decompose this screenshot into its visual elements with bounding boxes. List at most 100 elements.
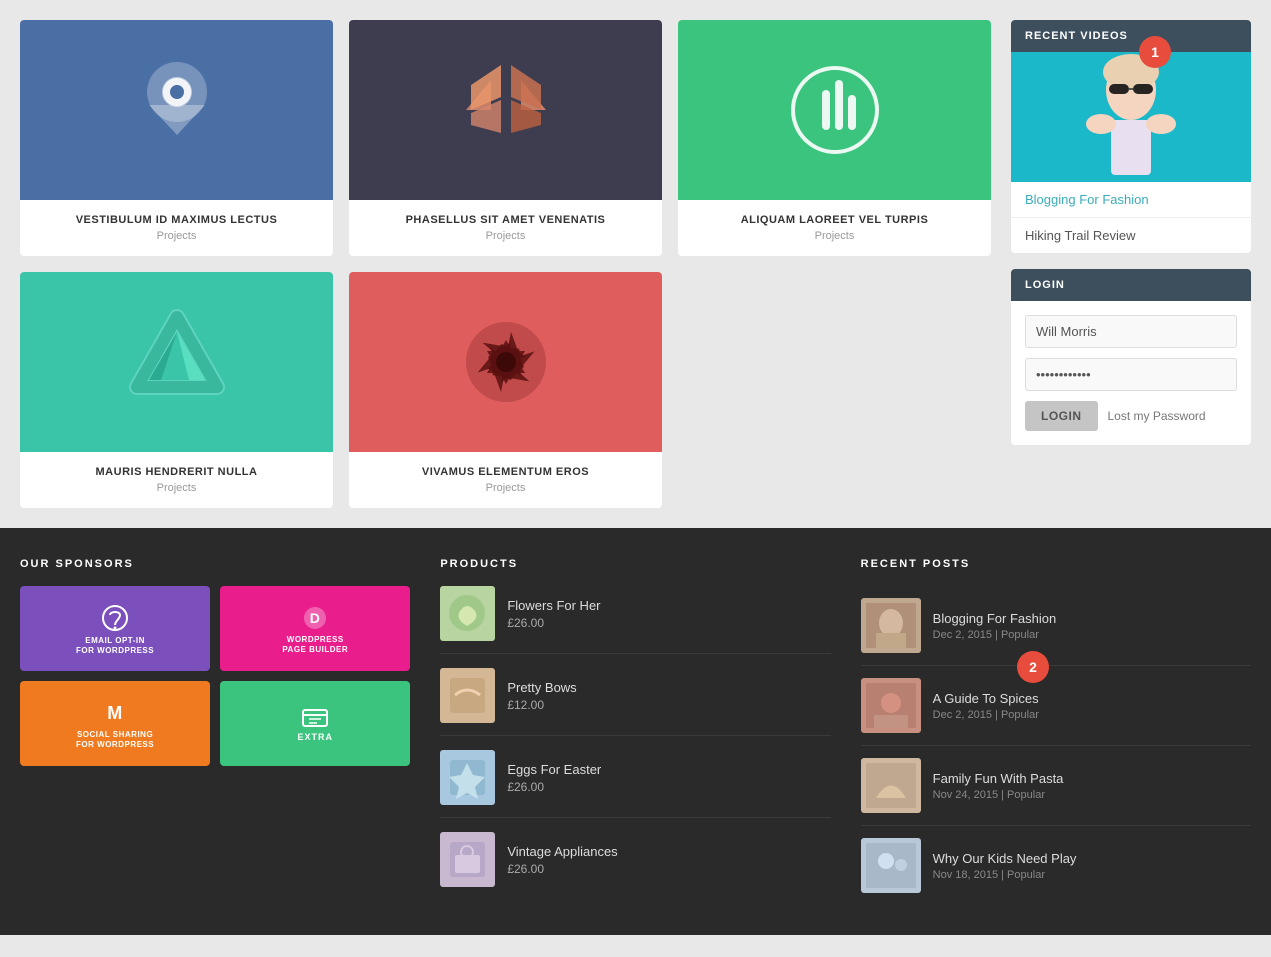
portfolio-category-1: Projects	[34, 230, 319, 242]
post-item-2[interactable]: A Guide To Spices Dec 2, 2015 | Popular	[861, 666, 1251, 746]
login-widget: LOGIN LOGIN Lost my Password	[1011, 269, 1251, 445]
post-meta-3: Nov 24, 2015 | Popular	[933, 789, 1064, 801]
svg-text:M: M	[107, 703, 123, 723]
video-model-image	[1011, 52, 1251, 182]
portfolio-item-4[interactable]: MAURIS HENDRERIT NULLA Projects	[20, 272, 333, 508]
product-info-2: Pretty Bows £12.00	[507, 680, 576, 712]
portfolio-title-4: MAURIS HENDRERIT NULLA	[34, 466, 319, 478]
portfolio-thumb-3	[678, 20, 991, 200]
post-info-3: Family Fun With Pasta Nov 24, 2015 | Pop…	[933, 771, 1064, 801]
post-image-1	[866, 603, 916, 648]
recent-posts-col: RECENT POSTS Blogging For Fashion Dec 2,…	[861, 558, 1251, 905]
lost-password-link[interactable]: Lost my Password	[1108, 409, 1206, 423]
sponsor-icon-1	[100, 603, 130, 633]
login-body: LOGIN Lost my Password	[1011, 301, 1251, 445]
product-item-4[interactable]: Vintage Appliances £26.00	[440, 832, 830, 887]
product-price-4: £26.00	[507, 862, 617, 876]
aperture-icon	[451, 307, 561, 417]
username-input[interactable]	[1025, 315, 1237, 348]
triangle-icon	[117, 302, 237, 422]
sponsor-social-sharing[interactable]: M SOCIAL SHARINGFOR WORDPRESS	[20, 681, 210, 766]
post-item-1[interactable]: Blogging For Fashion Dec 2, 2015 | Popul…	[861, 586, 1251, 666]
portfolio-item-3[interactable]: ALIQUAM LAOREET VEL TURPIS Projects	[678, 20, 991, 256]
login-button[interactable]: LOGIN	[1025, 401, 1098, 431]
product-thumb-1	[440, 586, 495, 641]
diamond-icon	[451, 55, 561, 165]
password-input[interactable]	[1025, 358, 1237, 391]
product-item-2[interactable]: Pretty Bows £12.00	[440, 668, 830, 736]
post-item-3[interactable]: Family Fun With Pasta Nov 24, 2015 | Pop…	[861, 746, 1251, 826]
recent-videos-widget: RECENT VIDEOS	[1011, 20, 1251, 253]
product-image-4	[445, 837, 490, 882]
post-item-4[interactable]: Why Our Kids Need Play Nov 18, 2015 | Po…	[861, 826, 1251, 905]
product-name-1: Flowers For Her	[507, 598, 600, 613]
portfolio-info-3: ALIQUAM LAOREET VEL TURPIS Projects	[678, 200, 991, 256]
post-meta-2: Dec 2, 2015 | Popular	[933, 709, 1039, 721]
portfolio-title-2: PHASELLUS SIT AMET VENENATIS	[363, 214, 648, 226]
sponsor-icon-3: M	[101, 699, 129, 727]
video-thumbnail[interactable]	[1011, 52, 1251, 182]
portfolio-item-5[interactable]: VIVAMUS ELEMENTUM EROS Projects	[349, 272, 662, 508]
product-thumb-4	[440, 832, 495, 887]
product-name-2: Pretty Bows	[507, 680, 576, 695]
badge-1: 1	[1139, 36, 1171, 68]
post-title-4: Why Our Kids Need Play	[933, 851, 1077, 866]
product-price-1: £26.00	[507, 616, 600, 630]
product-price-3: £26.00	[507, 780, 601, 794]
product-image-2	[445, 673, 490, 718]
portfolio-thumb-5	[349, 272, 662, 452]
portfolio-item-1[interactable]: VESTIBULUM ID MAXIMUS LECTUS Projects	[20, 20, 333, 256]
product-list: Flowers For Her £26.00 Pretty Bows £12.0…	[440, 586, 830, 887]
portfolio-thumb-4	[20, 272, 333, 452]
product-name-3: Eggs For Easter	[507, 762, 601, 777]
portfolio-category-4: Projects	[34, 482, 319, 494]
post-list: Blogging For Fashion Dec 2, 2015 | Popul…	[861, 586, 1251, 905]
portfolio-info-2: PHASELLUS SIT AMET VENENATIS Projects	[349, 200, 662, 256]
recent-posts-title: RECENT POSTS	[861, 558, 1251, 570]
sponsors-grid: EMAIL OPT-INFOR WORDPRESS D WORDPRESSPAG…	[20, 586, 410, 766]
portfolio-thumb-1	[20, 20, 333, 200]
post-info-1: Blogging For Fashion Dec 2, 2015 | Popul…	[933, 611, 1057, 641]
post-info-4: Why Our Kids Need Play Nov 18, 2015 | Po…	[933, 851, 1077, 881]
product-thumb-2	[440, 668, 495, 723]
portfolio-category-5: Projects	[363, 482, 648, 494]
portfolio-info-4: MAURIS HENDRERIT NULLA Projects	[20, 452, 333, 508]
post-info-2: A Guide To Spices Dec 2, 2015 | Popular	[933, 691, 1039, 721]
main-area: VESTIBULUM ID MAXIMUS LECTUS Projects	[0, 0, 1271, 528]
sponsor-email-optin[interactable]: EMAIL OPT-INFOR WORDPRESS	[20, 586, 210, 671]
post-thumb-4	[861, 838, 921, 893]
video-link-2[interactable]: Hiking Trail Review	[1011, 218, 1251, 253]
product-item-3[interactable]: Eggs For Easter £26.00	[440, 750, 830, 818]
portfolio-info-5: VIVAMUS ELEMENTUM EROS Projects	[349, 452, 662, 508]
sponsors-title: OUR SPONSORS	[20, 558, 410, 570]
portfolio-title-3: ALIQUAM LAOREET VEL TURPIS	[692, 214, 977, 226]
product-price-2: £12.00	[507, 698, 576, 712]
location-icon	[127, 50, 227, 170]
portfolio-thumb-2	[349, 20, 662, 200]
product-item-1[interactable]: Flowers For Her £26.00	[440, 586, 830, 654]
sponsor-page-builder[interactable]: D WORDPRESSPAGE BUILDER	[220, 586, 410, 671]
portfolio-item-2[interactable]: PHASELLUS SIT AMET VENENATIS Projects	[349, 20, 662, 256]
post-title-3: Family Fun With Pasta	[933, 771, 1064, 786]
portfolio-category-3: Projects	[692, 230, 977, 242]
product-image-1	[445, 591, 490, 636]
video-link-1[interactable]: Blogging For Fashion	[1011, 182, 1251, 218]
products-col: PRODUCTS Flowers For Her £26.00	[440, 558, 830, 905]
sponsor-icon-2: D	[301, 604, 329, 632]
product-info-4: Vintage Appliances £26.00	[507, 844, 617, 876]
portfolio-grid: VESTIBULUM ID MAXIMUS LECTUS Projects	[20, 20, 991, 508]
post-thumb-1	[861, 598, 921, 653]
login-actions: LOGIN Lost my Password	[1025, 401, 1237, 431]
sponsor-icon-4	[301, 706, 329, 730]
product-info-3: Eggs For Easter £26.00	[507, 762, 601, 794]
svg-text:D: D	[310, 610, 321, 626]
product-thumb-3	[440, 750, 495, 805]
post-image-2	[866, 683, 916, 728]
post-title-1: Blogging For Fashion	[933, 611, 1057, 626]
sidebar: RECENT VIDEOS	[1011, 20, 1251, 508]
post-title-2: A Guide To Spices	[933, 691, 1039, 706]
sponsor-extra[interactable]: EXTRA	[220, 681, 410, 766]
portfolio-title-5: VIVAMUS ELEMENTUM EROS	[363, 466, 648, 478]
sponsors-col: OUR SPONSORS EMAIL OPT-INFOR WORDPRESS	[20, 558, 410, 905]
post-meta-4: Nov 18, 2015 | Popular	[933, 869, 1077, 881]
